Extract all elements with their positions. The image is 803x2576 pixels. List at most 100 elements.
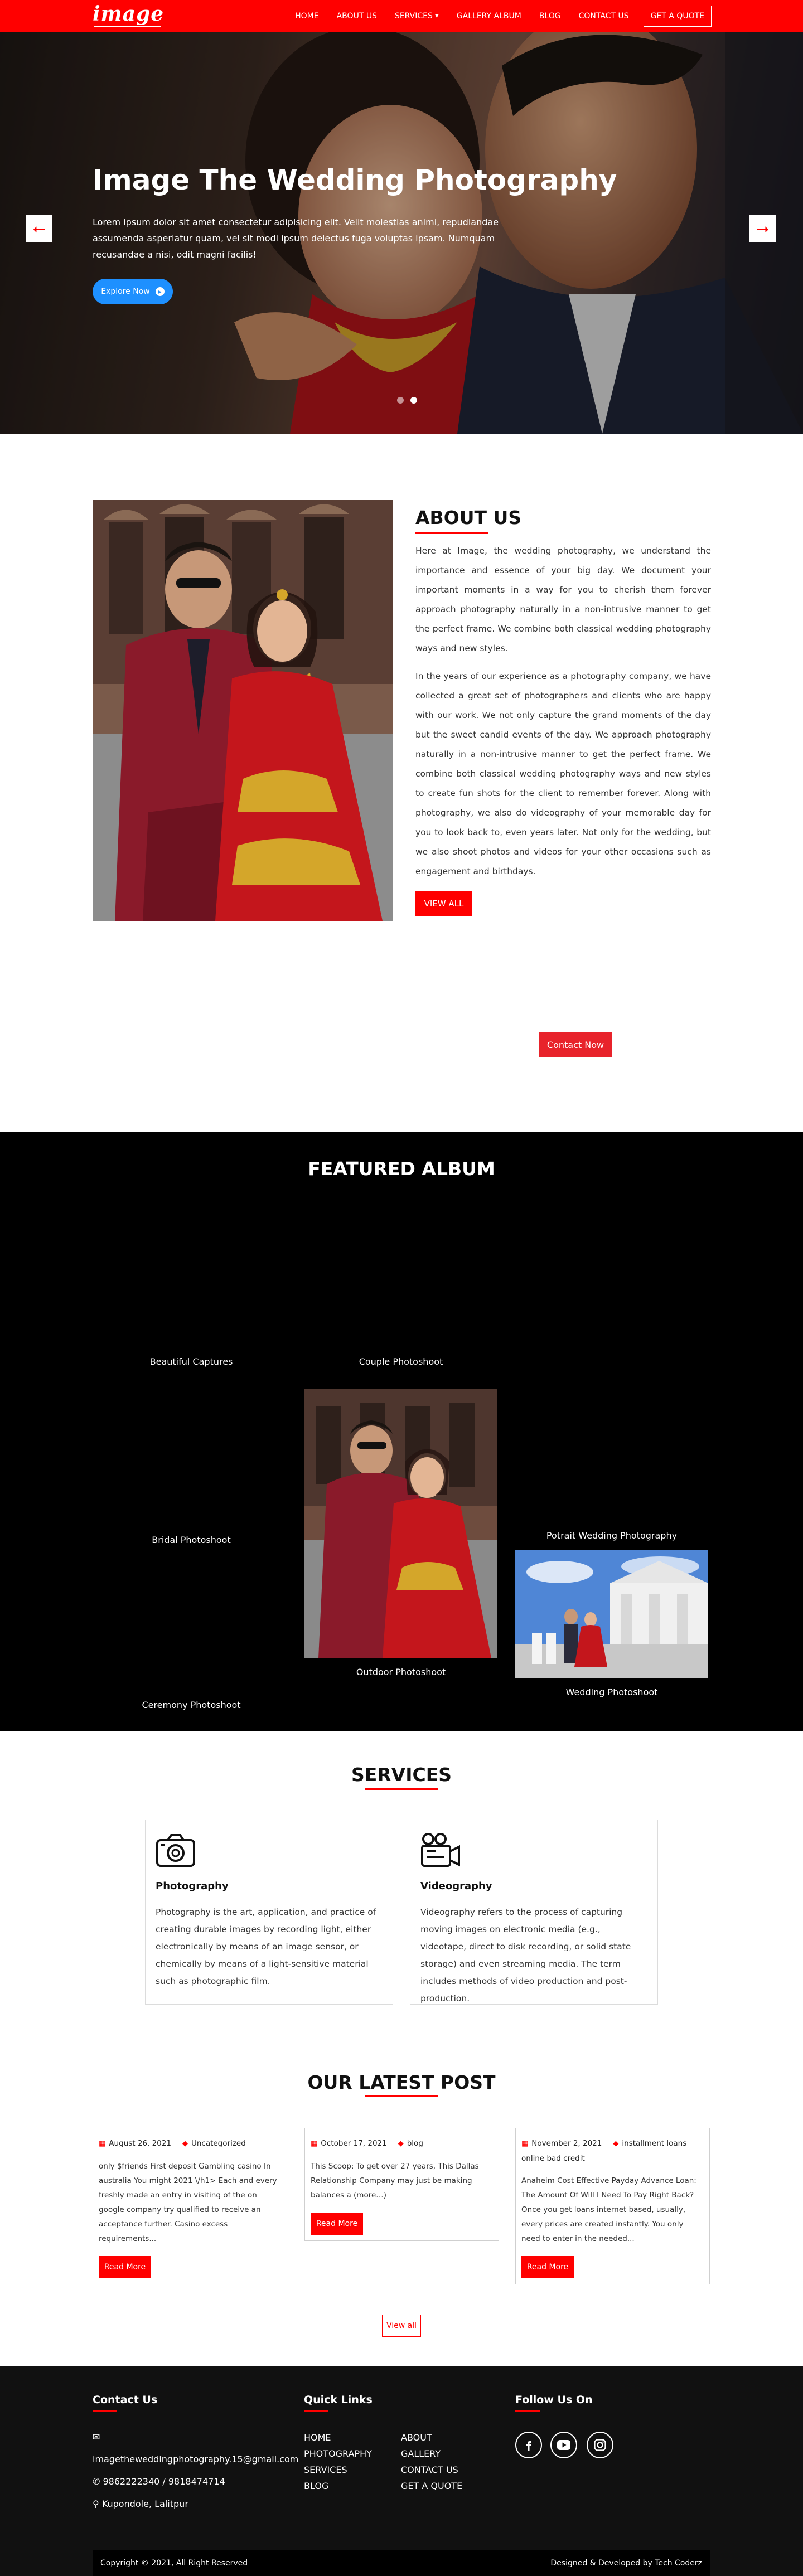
nav-blog[interactable]: BLOG [539, 12, 561, 21]
post-meta: ▦ November 2, 2021 ◆ installment loans onli… [521, 2136, 704, 2166]
slider-next-button[interactable]: ⭢ [749, 215, 776, 242]
services-title: SERVICES [351, 1764, 452, 1786]
read-more-button[interactable]: Read More [521, 2256, 574, 2278]
main-nav: HOME ABOUT US SERVICES ▼ GALLERY ALBUM BL… [277, 0, 712, 32]
post-tag[interactable]: Uncategorized [191, 2139, 246, 2148]
footer-quick-links-underline [304, 2410, 328, 2412]
wedding-photo-illustration [515, 1550, 708, 1678]
slider-dot-active[interactable] [410, 397, 417, 404]
facebook-icon[interactable] [515, 2432, 542, 2458]
footer-link-blog[interactable]: BLOG [304, 2481, 328, 2491]
title-highlight: LATEST [359, 2072, 434, 2093]
service-card-videography[interactable]: Videography Videography refers to the pr… [410, 1820, 658, 2005]
album-thumb-outdoor[interactable] [304, 1389, 497, 1658]
slider-dots [394, 397, 420, 404]
nav-home[interactable]: HOME [295, 12, 318, 21]
posts-view-all-button[interactable]: View all [382, 2315, 421, 2337]
album-item-potrait-wedding[interactable]: Potrait Wedding Photography [515, 1530, 708, 1541]
slider-dot[interactable] [397, 397, 404, 404]
nav-gallery-album[interactable]: GALLERY ALBUM [457, 12, 521, 21]
title-prefix: OUR [307, 2072, 359, 2093]
chevron-down-icon: ▼ [434, 13, 439, 19]
album-item-bridal-photoshoot[interactable]: Bridal Photoshoot [95, 1535, 288, 1545]
post-card-3: ▦ November 2, 2021 ◆ installment loans onli… [515, 2128, 710, 2284]
album-item-wedding-photoshoot[interactable]: Wedding Photoshoot [515, 1687, 708, 1697]
latest-post-title: OUR LATEST POST [0, 2072, 803, 2093]
post-card-1: ▦ August 26, 2021 ◆ Uncategorized only $fri… [93, 2128, 287, 2284]
footer-follow-underline [515, 2410, 540, 2412]
album-title: FEATURED ALBUM [308, 1158, 495, 1180]
post-excerpt: This Scoop: To get over 27 years, This D… [311, 2162, 479, 2200]
about-title-underline [415, 532, 488, 534]
youtube-icon[interactable] [550, 2432, 577, 2458]
about-paragraph-2: In the years of our experience as a phot… [415, 671, 711, 876]
post-excerpt: Anaheim Cost Effective Payday Advance Lo… [521, 2176, 696, 2243]
footer-phone: 9862222340 / 9818474714 [103, 2476, 225, 2487]
album-item-ceremony-photoshoot[interactable]: Ceremony Photoshoot [95, 1700, 288, 1710]
footer-phone-row[interactable]: ✆ 9862222340 / 9818474714 [93, 2476, 225, 2487]
hero-title: Image The Wedding Photography [93, 164, 617, 196]
logo-text: image [93, 2, 165, 26]
footer-follow-title: Follow Us On [515, 2394, 593, 2406]
footer-email[interactable]: imagetheweddingphotography.15@gmail.com [93, 2454, 298, 2465]
calendar-icon: ▦ [521, 2140, 529, 2148]
play-icon: ▶ [155, 287, 165, 296]
slider-prev-button[interactable]: ⭠ [26, 215, 52, 242]
hero-text: Lorem ipsum dolor sit amet consectetur a… [93, 217, 499, 260]
footer-link-home[interactable]: HOME [304, 2432, 331, 2443]
read-more-button[interactable]: Read More [311, 2213, 363, 2235]
footer-contact-underline [93, 2410, 117, 2412]
footer-address-row: ⚲ Kupondole, Lalitpur [93, 2499, 188, 2509]
copyright-text: Copyright © 2021, All Right Reserved [100, 2559, 248, 2568]
title-suffix: POST [434, 2072, 496, 2093]
footer-link-about[interactable]: ABOUT [401, 2432, 432, 2443]
footer-link-gallery[interactable]: GALLERY [401, 2448, 441, 2459]
nav-contact-us[interactable]: CONTACT US [579, 12, 629, 21]
latest-post-underline [365, 2095, 438, 2097]
post-meta: ▦ October 17, 2021 ◆ blog [311, 2136, 493, 2151]
contact-now-button[interactable]: Contact Now [539, 1032, 612, 1057]
get-a-quote-button[interactable]: GET A QUOTE [643, 6, 712, 27]
album-item-beautiful-captures[interactable]: Beautiful Captures [95, 1356, 288, 1367]
services-title-underline [365, 1788, 438, 1790]
footer-link-photography[interactable]: PHOTOGRAPHY [304, 2448, 372, 2459]
tag-icon: ◆ [398, 2140, 404, 2148]
footer-contact-title: Contact Us [93, 2394, 158, 2406]
about-paragraph-1: Here at Image, the wedding photography, … [415, 546, 711, 653]
service-description: Photography is the art, application, and… [156, 1907, 376, 1986]
developer-credit[interactable]: Designed & Developed by Tech Coderz [550, 2559, 702, 2568]
outdoor-photo-illustration [304, 1389, 497, 1658]
instagram-icon[interactable] [587, 2432, 613, 2458]
nav-about-us[interactable]: ABOUT US [337, 12, 377, 21]
read-more-button[interactable]: Read More [99, 2256, 151, 2278]
about-view-all-button[interactable]: VIEW ALL [415, 891, 472, 916]
footer-quick-links-title: Quick Links [304, 2394, 373, 2406]
nav-services-label: SERVICES [394, 12, 433, 21]
post-date: August 26, 2021 [109, 2139, 171, 2148]
post-tag[interactable]: blog [407, 2139, 423, 2148]
nav-services[interactable]: SERVICES ▼ [395, 12, 439, 21]
site-footer: Contact Us ✉ imagetheweddingphotography.… [0, 2366, 803, 2576]
site-logo[interactable]: image [93, 2, 165, 29]
footer-link-services[interactable]: SERVICES [304, 2465, 347, 2475]
post-date: October 17, 2021 [321, 2139, 387, 2148]
service-name: Videography [420, 1880, 492, 1892]
album-item-outdoor-photoshoot[interactable]: Outdoor Photoshoot [304, 1667, 497, 1677]
service-name: Photography [156, 1880, 229, 1892]
arrow-right-icon: ⭢ [756, 219, 770, 237]
tag-icon: ◆ [182, 2140, 188, 2148]
about-title: ABOUT US [415, 507, 522, 528]
album-thumb-wedding[interactable] [515, 1550, 708, 1678]
envelope-icon: ✉ [93, 2432, 100, 2442]
post-meta: ▦ August 26, 2021 ◆ Uncategorized [99, 2136, 281, 2151]
footer-link-get-a-quote[interactable]: GET A QUOTE [401, 2481, 462, 2491]
service-card-photography[interactable]: Photography Photography is the art, appl… [145, 1820, 393, 2005]
calendar-icon: ▦ [311, 2140, 318, 2148]
top-navbar: image HOME ABOUT US SERVICES ▼ GALLERY AL… [0, 0, 803, 32]
footer-link-contact-us[interactable]: CONTACT US [401, 2465, 458, 2475]
camera-icon [156, 1834, 195, 1867]
couple-photo-illustration [93, 500, 393, 921]
arrow-left-icon: ⭠ [32, 219, 46, 237]
album-item-couple-photoshoot[interactable]: Couple Photoshoot [304, 1356, 497, 1367]
explore-now-button[interactable]: Explore Now ▶ [93, 279, 173, 304]
